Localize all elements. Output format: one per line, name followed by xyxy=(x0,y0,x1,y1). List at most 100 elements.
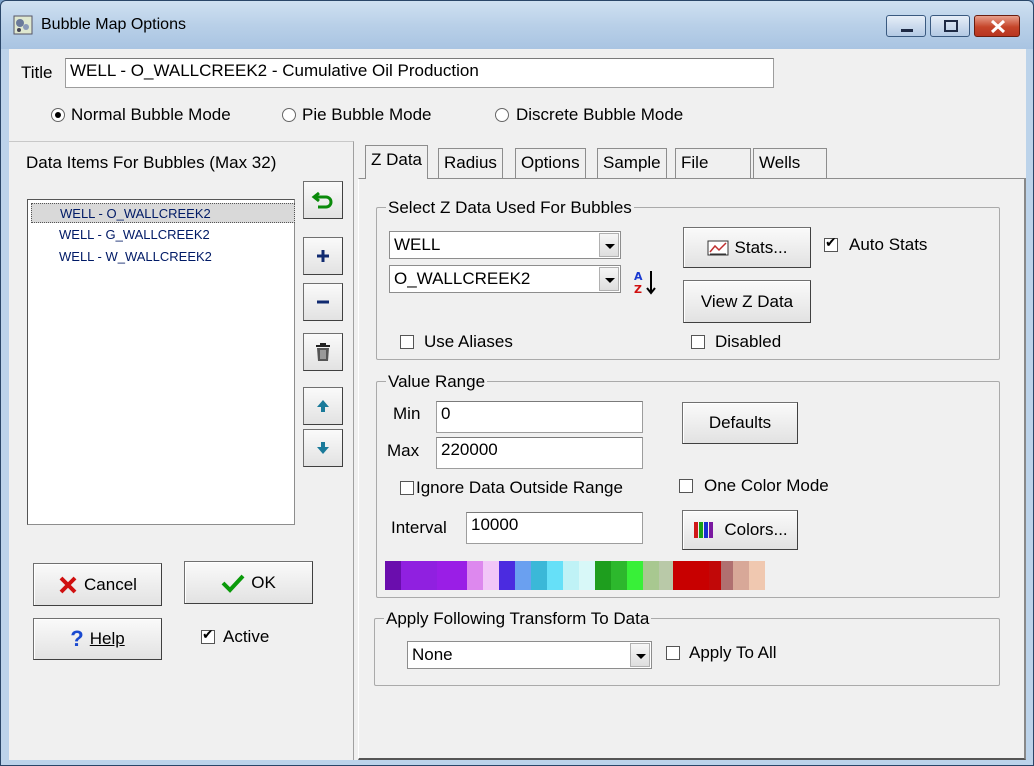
color-swatch[interactable] xyxy=(595,561,611,590)
maximize-button[interactable] xyxy=(930,15,970,37)
color-swatch[interactable] xyxy=(611,561,627,590)
arrow-up-icon xyxy=(317,400,329,412)
color-swatch[interactable] xyxy=(627,561,643,590)
normal-bubble-mode-radio[interactable] xyxy=(51,108,65,122)
tab-file[interactable]: File xyxy=(675,148,751,178)
view-z-data-button[interactable]: View Z Data xyxy=(683,280,811,323)
minimize-icon xyxy=(901,29,913,32)
dialog-window: Bubble Map Options Title WELL - O_WALLCR… xyxy=(0,0,1034,766)
color-swatch[interactable] xyxy=(467,561,483,590)
normal-bubble-mode-label[interactable]: Normal Bubble Mode xyxy=(71,105,231,125)
color-swatch[interactable] xyxy=(709,561,721,590)
defaults-button[interactable]: Defaults xyxy=(682,402,798,444)
sort-az-icon: A Z xyxy=(634,270,656,296)
title-bar[interactable]: Bubble Map Options xyxy=(1,1,1033,49)
apply-to-all-checkbox[interactable] xyxy=(666,646,680,660)
remove-item-button[interactable] xyxy=(303,283,343,321)
undo-button[interactable] xyxy=(303,181,343,219)
color-swatch[interactable] xyxy=(673,561,709,590)
chart-icon xyxy=(707,240,729,255)
svg-text:A: A xyxy=(634,270,643,283)
red-x-icon xyxy=(59,576,77,593)
tab-options[interactable]: Options xyxy=(515,148,586,178)
apply-to-all-label[interactable]: Apply To All xyxy=(689,643,777,663)
min-input[interactable]: 0 xyxy=(436,401,643,433)
minimize-button[interactable] xyxy=(886,15,926,37)
color-swatch[interactable] xyxy=(563,561,579,590)
color-swatch[interactable] xyxy=(733,561,749,590)
value-range-group-title: Value Range xyxy=(386,372,488,392)
title-input[interactable]: WELL - O_WALLCREEK2 - Cumulative Oil Pro… xyxy=(65,58,774,88)
question-mark-icon: ? xyxy=(70,626,84,651)
discrete-bubble-mode-label[interactable]: Discrete Bubble Mode xyxy=(516,105,683,125)
auto-stats-label[interactable]: Auto Stats xyxy=(849,235,927,255)
sort-button[interactable]: A Z xyxy=(628,267,662,297)
add-item-button[interactable] xyxy=(303,237,343,275)
ignore-outside-range-label[interactable]: Ignore Data Outside Range xyxy=(416,478,623,498)
color-swatch[interactable] xyxy=(385,561,401,590)
max-input[interactable]: 220000 xyxy=(436,437,643,469)
cancel-button[interactable]: Cancel xyxy=(33,563,162,606)
delete-item-button[interactable] xyxy=(303,333,343,371)
auto-stats-checkbox[interactable] xyxy=(824,235,838,252)
list-item[interactable]: WELL - G_WALLCREEK2 xyxy=(31,225,238,245)
color-swatch[interactable] xyxy=(483,561,499,590)
one-color-mode-checkbox[interactable] xyxy=(679,479,693,493)
chevron-down-icon[interactable] xyxy=(599,233,619,257)
discrete-bubble-mode-radio[interactable] xyxy=(495,108,509,122)
chevron-down-icon[interactable] xyxy=(630,643,650,667)
tab-wells[interactable]: Wells xyxy=(753,148,827,178)
active-label[interactable]: Active xyxy=(223,627,269,647)
transform-select[interactable]: None xyxy=(407,641,652,669)
color-swatch[interactable] xyxy=(721,561,733,590)
disabled-label[interactable]: Disabled xyxy=(715,332,781,352)
list-item[interactable]: WELL - O_WALLCREEK2 xyxy=(31,203,295,223)
data-items-list[interactable]: WELL - O_WALLCREEK2 WELL - G_WALLCREEK2 … xyxy=(27,199,295,525)
move-up-button[interactable] xyxy=(303,387,343,425)
tab-z-data[interactable]: Z Data xyxy=(365,145,429,179)
data-items-heading: Data Items For Bubbles (Max 32) xyxy=(26,153,277,172)
color-pencils-icon xyxy=(694,522,714,538)
close-button[interactable] xyxy=(974,15,1020,37)
pie-bubble-mode-label[interactable]: Pie Bubble Mode xyxy=(302,105,431,125)
color-swatch[interactable] xyxy=(547,561,563,590)
tab-radius[interactable]: Radius xyxy=(438,148,503,178)
stats-button[interactable]: Stats... xyxy=(683,227,811,268)
tab-sample[interactable]: Sample xyxy=(597,148,667,178)
z-field-select[interactable]: O_WALLCREEK2 xyxy=(389,265,621,293)
color-swatch[interactable] xyxy=(437,561,467,590)
green-check-icon xyxy=(221,574,245,593)
max-label: Max xyxy=(387,441,420,460)
use-aliases-checkbox[interactable] xyxy=(400,335,414,349)
plus-icon xyxy=(317,250,329,262)
active-checkbox[interactable] xyxy=(201,627,215,644)
move-down-button[interactable] xyxy=(303,429,343,467)
trash-icon xyxy=(316,343,330,361)
window-title: Bubble Map Options xyxy=(41,16,186,33)
color-swatch[interactable] xyxy=(515,561,531,590)
color-swatch[interactable] xyxy=(579,561,595,590)
disabled-checkbox[interactable] xyxy=(691,335,705,349)
color-swatch[interactable] xyxy=(749,561,765,590)
interval-input[interactable]: 10000 xyxy=(466,512,643,544)
color-swatch[interactable] xyxy=(659,561,673,590)
color-swatch[interactable] xyxy=(643,561,659,590)
one-color-mode-label[interactable]: One Color Mode xyxy=(704,476,829,496)
select-z-data-group-title: Select Z Data Used For Bubbles xyxy=(386,198,634,218)
transform-group-title: Apply Following Transform To Data xyxy=(384,609,652,629)
chevron-down-icon[interactable] xyxy=(599,267,619,291)
color-swatch[interactable] xyxy=(401,561,437,590)
list-item[interactable]: WELL - W_WALLCREEK2 xyxy=(31,247,240,267)
color-ramp[interactable] xyxy=(385,561,765,590)
color-swatch[interactable] xyxy=(499,561,515,590)
ok-button[interactable]: OK xyxy=(184,561,313,604)
pie-bubble-mode-radio[interactable] xyxy=(282,108,296,122)
use-aliases-label[interactable]: Use Aliases xyxy=(424,332,513,352)
help-button[interactable]: ? Help xyxy=(33,618,162,660)
arrow-down-icon xyxy=(317,442,329,454)
color-swatch[interactable] xyxy=(531,561,547,590)
z-source-select[interactable]: WELL xyxy=(389,231,621,259)
ignore-outside-range-checkbox[interactable] xyxy=(400,481,414,495)
close-icon xyxy=(990,19,1006,34)
colors-button[interactable]: Colors... xyxy=(682,510,798,550)
